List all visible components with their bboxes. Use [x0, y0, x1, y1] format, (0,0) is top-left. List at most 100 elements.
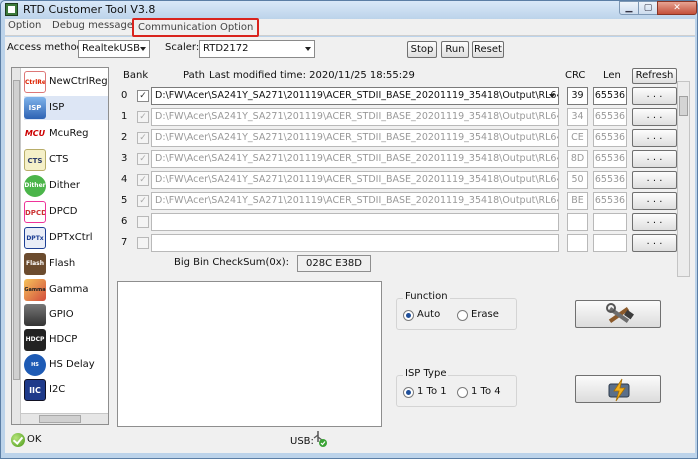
sidebar-item-dptxctrl[interactable]: DPTx DPTxCtrl [24, 226, 108, 250]
sidebar-item-label: DPCD [49, 206, 78, 217]
access-method-value: RealtekUSB [82, 43, 140, 54]
sidebar-item-gamma[interactable]: Gamma Gamma [24, 278, 108, 302]
bank-checkbox[interactable]: ✓ [137, 153, 149, 165]
stop-button[interactable]: Stop [407, 41, 437, 58]
bank-path-field[interactable]: D:\FW\Acer\SA241Y_SA271\201119\ACER_STDI… [151, 192, 559, 210]
sidebar-item-isp[interactable]: ISP ISP [24, 96, 108, 120]
one-to-one-radio[interactable] [403, 387, 414, 398]
bank-checkbox[interactable]: ✓ [137, 174, 149, 186]
bank-number: 0 [121, 90, 128, 101]
bank-checkbox[interactable] [137, 216, 149, 228]
bank-crc: 34 [567, 108, 588, 126]
bank-path-field[interactable]: D:\FW\Acer\SA241Y_SA271\201119\ACER_STDI… [151, 129, 559, 147]
sidebar-item-label: CTS [49, 154, 69, 165]
bank-path-field[interactable] [151, 234, 559, 252]
bank-crc: 8D [567, 150, 588, 168]
bank-number: 5 [121, 195, 128, 206]
bank-path-field[interactable]: D:\FW\Acer\SA241Y_SA271\201119\ACER_STDI… [151, 150, 559, 168]
sidebar-item-gpio[interactable]: GPIO [24, 303, 108, 327]
scroll-thumb[interactable] [679, 96, 688, 116]
bank-vertical-scrollbar[interactable] [677, 81, 690, 277]
bank-path-text: D:\FW\Acer\SA241Y_SA271\201119\ACER_STDI… [155, 195, 559, 206]
sidebar-item-hs-delay[interactable]: HS DelayHS Delay [24, 353, 108, 377]
bank-panel: Bank Path Last modified time: 2020/11/25… [117, 67, 677, 277]
bank-path-field[interactable]: D:\FW\Acer\SA241Y_SA271\201119\ACER_STDI… [151, 108, 559, 126]
access-method-label: Access method: [7, 42, 87, 53]
reset-button[interactable]: Reset [472, 41, 504, 58]
one-to-four-radio[interactable] [457, 387, 468, 398]
sidebar-item-flash[interactable]: Flash Flash [24, 252, 108, 276]
minimize-button[interactable]: ▁ [619, 1, 639, 15]
scaler-select[interactable]: RTD2172 [199, 40, 315, 58]
sidebar-item-label: Dither [49, 180, 81, 191]
sidebar-horizontal-scrollbar[interactable] [21, 413, 108, 424]
auto-radio[interactable] [403, 310, 414, 321]
sidebar-item-newctrlreg[interactable]: CtrlRegNewCtrlReg [24, 70, 108, 94]
bank-crc: BE [567, 192, 588, 210]
isp-icon: ISP [24, 97, 46, 119]
bank-path-field[interactable]: D:\FW\Acer\SA241Y_SA271\201119\ACER_STDI… [151, 171, 559, 189]
scroll-thumb[interactable] [39, 415, 81, 423]
browse-button[interactable]: . . . [632, 192, 677, 210]
access-method-select[interactable]: RealtekUSB [78, 40, 150, 58]
bank-len [593, 234, 627, 252]
bank-path-field[interactable]: D:\FW\Acer\SA241Y_SA271\201119\ACER_STDI… [151, 87, 559, 105]
run-button[interactable]: Run [441, 41, 469, 58]
sidebar-item-hdcp[interactable]: HDCP HDCP [24, 328, 108, 352]
bank-checkbox[interactable]: ✓ [137, 90, 149, 102]
browse-button[interactable]: . . . [632, 108, 677, 126]
sidebar-item-label: Flash [49, 258, 76, 269]
erase-radio[interactable] [457, 310, 468, 321]
sidebar-vertical-scrollbar[interactable] [12, 68, 21, 424]
sidebar-item-label: McuReg [49, 128, 89, 139]
cts-icon: CTS [24, 149, 46, 171]
bank-checkbox[interactable] [137, 237, 149, 249]
browse-button[interactable]: . . . [632, 87, 677, 105]
log-output-area[interactable] [117, 281, 382, 427]
len-header: Len [603, 70, 621, 81]
sidebar-item-dpcd[interactable]: DPCD DPCD [24, 200, 108, 224]
bank-len: 65536 [593, 129, 627, 147]
window-title: RTD Customer Tool V3.8 [23, 3, 156, 16]
bank-row: 6 . . . [117, 213, 677, 232]
bank-path-text: D:\FW\Acer\SA241Y_SA271\201119\ACER_STDI… [155, 111, 559, 122]
hdcp-icon: HDCP [24, 329, 46, 351]
bank-path-field[interactable] [151, 213, 559, 231]
menu-option[interactable]: Option [8, 20, 41, 31]
close-button[interactable]: ✕ [657, 1, 697, 15]
bank-path-text: D:\FW\Acer\SA241Y_SA271\201119\ACER_STDI… [155, 132, 559, 143]
path-header: Path [183, 70, 205, 81]
browse-button[interactable]: . . . [632, 129, 677, 147]
lightning-chip-icon [608, 378, 630, 402]
bank-checkbox[interactable]: ✓ [137, 132, 149, 144]
sidebar-item-label: GPIO [49, 309, 74, 320]
sidebar-item-mcureg[interactable]: MCU McuReg [24, 122, 108, 146]
tools-button[interactable] [575, 300, 661, 328]
browse-button[interactable]: . . . [632, 213, 677, 231]
browse-button[interactable]: . . . [632, 171, 677, 189]
bank-row: 3 ✓ D:\FW\Acer\SA241Y_SA271\201119\ACER_ST… [117, 150, 677, 169]
bank-header: Bank [123, 70, 149, 81]
one-to-four-label: 1 To 4 [471, 386, 501, 397]
mcu-icon: MCU [24, 123, 46, 145]
dptx-icon: DPTx [24, 227, 46, 249]
bank-row: 7 . . . [117, 234, 677, 253]
sidebar-item-dither[interactable]: Dither Dither [24, 174, 108, 198]
bank-checkbox[interactable]: ✓ [137, 195, 149, 207]
refresh-button[interactable]: Refresh [632, 68, 677, 84]
chevron-down-icon [140, 47, 146, 51]
title-bar[interactable]: RTD Customer Tool V3.8 ▁ ▢ ✕ [1, 1, 697, 19]
program-button[interactable] [575, 375, 661, 403]
sidebar-item-cts[interactable]: CTS CTS [24, 148, 108, 172]
bank-checkbox[interactable]: ✓ [137, 111, 149, 123]
scroll-thumb[interactable] [13, 80, 20, 380]
sidebar-item-i2c[interactable]: IIC I2C [24, 378, 108, 402]
bank-row: 2 ✓ D:\FW\Acer\SA241Y_SA271\201119\ACER_ST… [117, 129, 677, 148]
maximize-button[interactable]: ▢ [638, 1, 658, 15]
scaler-value: RTD2172 [203, 43, 249, 54]
browse-button[interactable]: . . . [632, 150, 677, 168]
bank-row: 5 ✓ D:\FW\Acer\SA241Y_SA271\201119\ACER_ST… [117, 192, 677, 211]
browse-button[interactable]: . . . [632, 234, 677, 252]
menu-communication-option[interactable]: Communication Option [132, 18, 260, 37]
menu-debug-message[interactable]: Debug message [52, 20, 133, 31]
